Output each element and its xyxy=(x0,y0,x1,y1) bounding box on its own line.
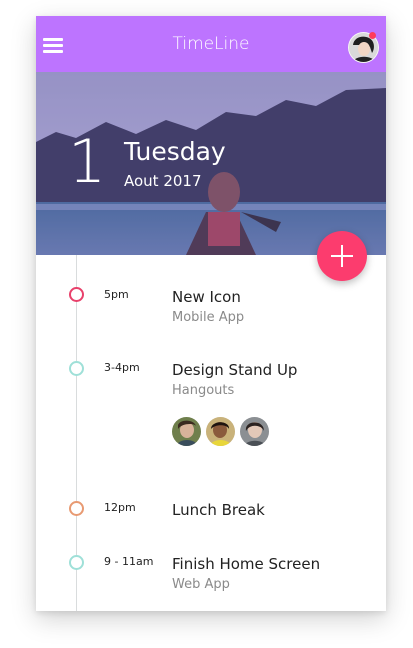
day-number: 1 xyxy=(68,127,107,197)
attendee-avatar[interactable] xyxy=(172,417,201,446)
event-title: Design Stand Up xyxy=(172,361,298,379)
month-year-label: Aout 2017 xyxy=(124,172,202,190)
event-dot xyxy=(69,361,84,376)
event-subtitle: Web App xyxy=(172,577,230,592)
attendee-avatar[interactable] xyxy=(206,417,235,446)
event-subtitle: Hangouts xyxy=(172,383,235,398)
event-time: 9 - 11am xyxy=(104,555,154,568)
event-time: 5pm xyxy=(104,288,129,301)
event-title: Lunch Break xyxy=(172,501,265,519)
add-event-button[interactable] xyxy=(317,231,367,281)
event-title: New Icon xyxy=(172,288,241,306)
app-bar: TimeLine xyxy=(36,16,386,72)
timeline-card: TimeLine 1 Tuesday Aout 2017 5pm New Ico… xyxy=(36,16,386,611)
event-subtitle: Mobile App xyxy=(172,310,245,325)
attendee-avatar[interactable] xyxy=(240,417,269,446)
event-time: 3-4pm xyxy=(104,361,140,374)
weekday-label: Tuesday xyxy=(124,137,226,166)
event-dot xyxy=(69,501,84,516)
event-dot xyxy=(69,287,84,302)
event-dot xyxy=(69,555,84,570)
app-title: TimeLine xyxy=(172,34,250,54)
event-time: 12pm xyxy=(104,501,136,514)
hero-banner: 1 Tuesday Aout 2017 xyxy=(36,72,386,255)
notification-dot xyxy=(369,32,376,39)
event-title: Finish Home Screen xyxy=(172,555,321,573)
